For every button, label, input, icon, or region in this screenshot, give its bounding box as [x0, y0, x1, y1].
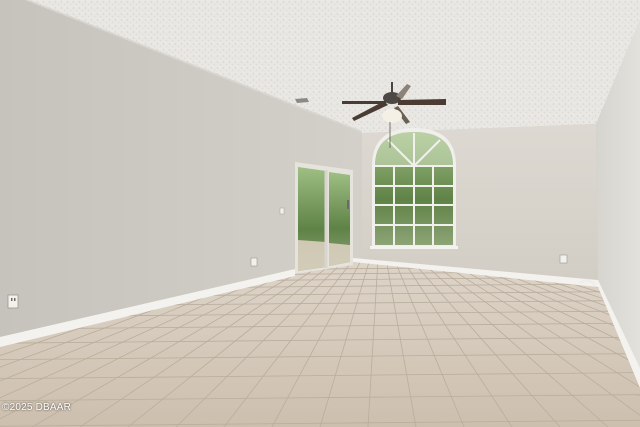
- wall-outlet: [250, 257, 258, 267]
- light-switch: [279, 207, 285, 215]
- room-photo: [0, 0, 640, 427]
- wall-outlet: [7, 294, 19, 309]
- wall-outlet: [559, 254, 568, 264]
- photo-watermark: ©2025 DBAAR: [2, 402, 72, 413]
- sliding-glass-door: [295, 162, 353, 274]
- arched-window: [370, 128, 458, 249]
